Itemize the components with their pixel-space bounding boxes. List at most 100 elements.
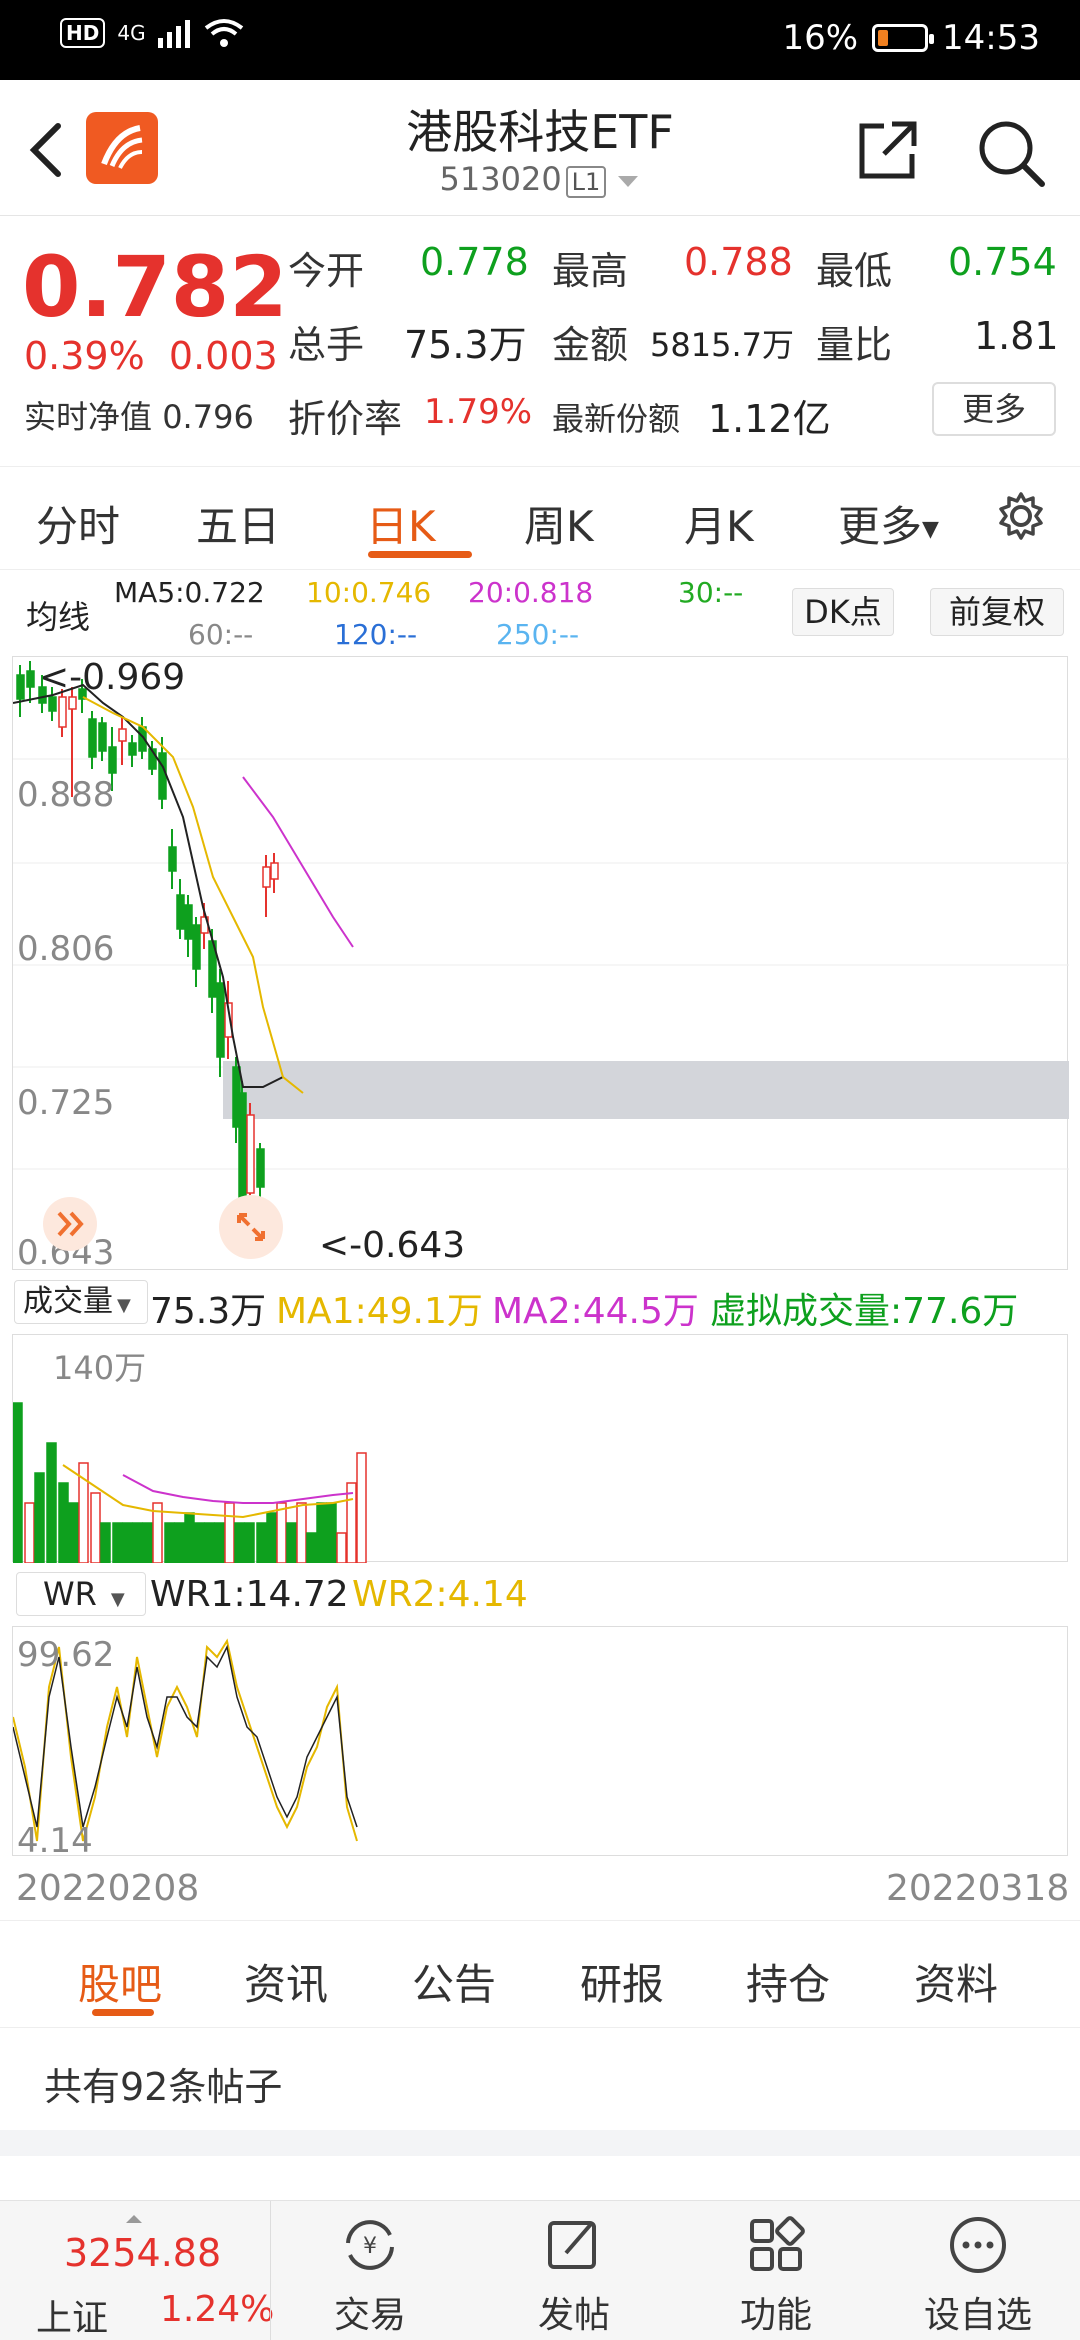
bottom-bar: 3254.88 上证 1.24% ¥ 交易 发帖 功能 设自选 bbox=[0, 2200, 1080, 2340]
candle-body bbox=[256, 1148, 265, 1188]
ma5-value: MA5:0.722 bbox=[114, 576, 265, 609]
y-label-0888: 0.888 bbox=[17, 775, 115, 815]
double-chevron-icon bbox=[57, 1211, 84, 1237]
svg-text:¥: ¥ bbox=[363, 2234, 377, 2259]
add-watchlist-button[interactable]: 设自选 bbox=[910, 2201, 1046, 2340]
tab-monthly-k[interactable]: 月K bbox=[684, 493, 754, 554]
open-label: 今开 bbox=[288, 249, 365, 293]
post-button[interactable]: 发帖 bbox=[506, 2201, 642, 2340]
content-tabs: 股吧 资讯 公告 研报 持仓 资料 bbox=[0, 1920, 1080, 2028]
adjust-button[interactable]: 前复权 bbox=[930, 588, 1064, 636]
tab-research[interactable]: 研报 bbox=[580, 1951, 664, 2012]
stock-code-label: 513020 bbox=[439, 160, 562, 198]
share-icon[interactable] bbox=[856, 118, 920, 182]
amount-value: 5815.7万 bbox=[650, 326, 794, 364]
volume-bar bbox=[142, 1522, 153, 1564]
index-value[interactable]: 3254.88 bbox=[64, 2231, 221, 2275]
high-label: 最高 bbox=[552, 249, 629, 293]
signal-icon bbox=[157, 20, 190, 48]
fullscreen-button[interactable] bbox=[219, 1195, 283, 1259]
post-count: 共有92条帖子 bbox=[44, 2065, 283, 2109]
network-label: 4G bbox=[117, 21, 146, 45]
fullscreen-icon bbox=[237, 1213, 265, 1241]
volume-ma1: MA1:49.1万 bbox=[276, 1291, 483, 1332]
battery-icon bbox=[872, 24, 935, 52]
change-amount: 0.003 bbox=[168, 334, 278, 378]
tab-profile[interactable]: 资料 bbox=[914, 1951, 998, 2012]
battery-percent: 16% bbox=[782, 18, 859, 58]
end-date: 20220318 bbox=[886, 1868, 1070, 1909]
tab-daily-k[interactable]: 日K bbox=[366, 493, 436, 554]
volume-chart[interactable]: 140万 bbox=[12, 1334, 1068, 1564]
tab-weekly-k[interactable]: 周K bbox=[524, 493, 594, 554]
change-percent: 0.39% bbox=[24, 334, 145, 378]
trade-label: 交易 bbox=[333, 2295, 406, 2336]
tab-more[interactable]: 更多▼ bbox=[838, 493, 939, 554]
low-label: 最低 bbox=[816, 249, 893, 293]
last-price: 0.782 bbox=[22, 238, 288, 336]
index-percent: 1.24% bbox=[160, 2289, 275, 2330]
wr2-value: WR2:4.14 bbox=[352, 1574, 528, 1615]
y-label-0806: 0.806 bbox=[17, 929, 115, 969]
volume-ma2-line bbox=[122, 1474, 354, 1504]
tab-notices[interactable]: 公告 bbox=[412, 1951, 496, 2012]
volume-bar bbox=[336, 1532, 347, 1564]
trade-button[interactable]: ¥ 交易 bbox=[302, 2201, 438, 2340]
volume-selector[interactable]: 成交量 ▼ bbox=[14, 1280, 148, 1324]
shares-label: 最新份额 bbox=[552, 400, 681, 438]
volume-bar bbox=[132, 1522, 143, 1564]
dk-button[interactable]: DK点 bbox=[792, 588, 894, 636]
volume-bar bbox=[256, 1522, 267, 1564]
premium-label: 折价率 bbox=[288, 397, 403, 441]
volume-canvas bbox=[12, 1402, 367, 1564]
volume-bar bbox=[316, 1502, 327, 1564]
ma120-value: 120:-- bbox=[334, 618, 418, 651]
volume-bar bbox=[112, 1522, 123, 1564]
kline-chart[interactable]: 0.888 0.806 0.725 0.643 <-0.969 <-0.643 bbox=[12, 656, 1069, 1273]
volume-bar bbox=[100, 1522, 111, 1564]
functions-button[interactable]: 功能 bbox=[708, 2201, 844, 2340]
tab-holdings[interactable]: 持仓 bbox=[746, 1951, 830, 2012]
status-left: HD 4G bbox=[60, 18, 244, 48]
candle-body bbox=[108, 746, 117, 774]
volume-value: 75.3万 bbox=[404, 323, 527, 367]
gear-icon[interactable] bbox=[996, 491, 1046, 541]
volume-bar bbox=[224, 1502, 235, 1564]
bar-divider bbox=[270, 2201, 271, 2340]
indicator-selector[interactable]: WR ▼ bbox=[16, 1572, 146, 1616]
volume-bar bbox=[164, 1522, 175, 1564]
volume-bar bbox=[346, 1482, 357, 1564]
volume-bar bbox=[234, 1522, 245, 1564]
search-icon[interactable] bbox=[974, 116, 1046, 188]
tab-five-day[interactable]: 五日 bbox=[196, 493, 280, 554]
volume-bar bbox=[12, 1402, 23, 1564]
ma60-value: 60:-- bbox=[188, 618, 254, 651]
volume-ma1-line bbox=[62, 1464, 354, 1519]
volume-selector-label: 成交量 bbox=[23, 1284, 113, 1319]
virtual-volume: 虚拟成交量:77.6万 bbox=[710, 1291, 1019, 1332]
amount-label: 金额 bbox=[552, 323, 629, 367]
candle-body bbox=[262, 866, 271, 888]
volume-bar bbox=[68, 1502, 79, 1564]
caret-down-icon: ▼ bbox=[117, 1295, 131, 1316]
more-button[interactable]: 更多 bbox=[932, 382, 1056, 436]
expand-left-button[interactable] bbox=[43, 1197, 97, 1251]
wr-chart[interactable]: 99.62 4.14 bbox=[12, 1626, 1068, 1861]
candle-body bbox=[68, 696, 77, 710]
candle-body bbox=[58, 696, 67, 728]
volume-bar bbox=[296, 1502, 307, 1564]
clock: 14:53 bbox=[942, 18, 1040, 58]
nav-row: 实时净值 0.796 bbox=[24, 392, 254, 438]
volume-ma2: MA2:44.5万 bbox=[492, 1291, 699, 1332]
candle-body bbox=[48, 696, 57, 712]
candle-body bbox=[192, 924, 201, 970]
indicator-selector-label: WR bbox=[43, 1575, 97, 1613]
candle-body bbox=[128, 742, 137, 756]
tab-forum[interactable]: 股吧 bbox=[78, 1951, 162, 2012]
functions-label: 功能 bbox=[739, 2295, 812, 2336]
level-badge: L1 bbox=[565, 166, 607, 198]
tab-news[interactable]: 资讯 bbox=[244, 1951, 328, 2012]
tab-intraday[interactable]: 分时 bbox=[36, 493, 120, 554]
trade-icon: ¥ bbox=[346, 2220, 394, 2270]
active-subtab-indicator bbox=[92, 2009, 154, 2016]
